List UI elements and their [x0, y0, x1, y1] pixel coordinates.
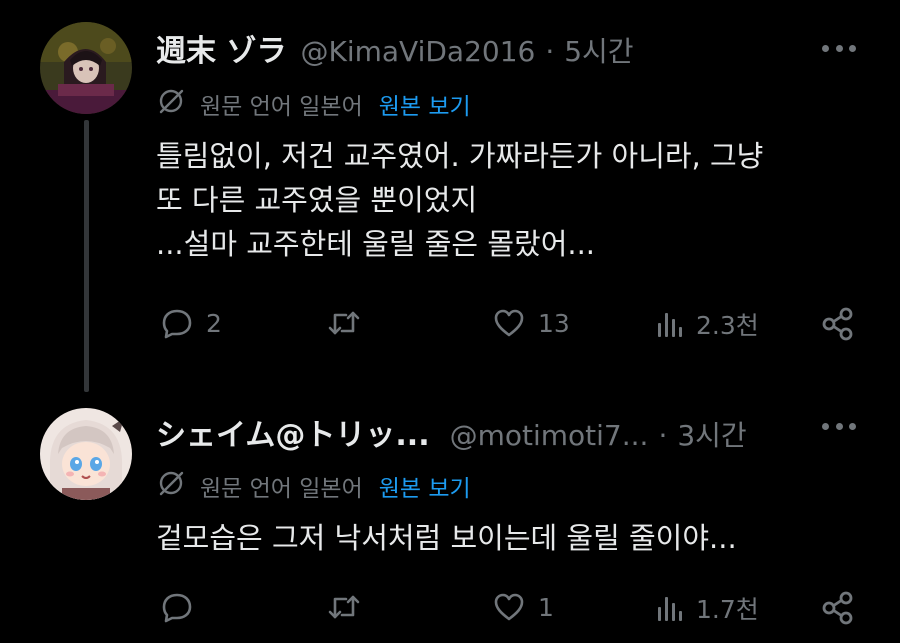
show-original-link[interactable]: 원본 보기 [379, 469, 471, 503]
avatar[interactable] [40, 22, 132, 114]
like-count: 1 [538, 592, 554, 622]
timestamp[interactable]: 3시간 [677, 414, 746, 454]
view-count: 2.3천 [696, 311, 759, 340]
translation-notice: 원문 언어 일본어 원본 보기 [156, 468, 471, 504]
share-button[interactable] [820, 590, 856, 626]
like-count: 13 [538, 308, 570, 338]
translate-icon [156, 86, 186, 122]
share-icon [820, 306, 856, 342]
retweet-icon [326, 306, 362, 340]
translate-icon [156, 468, 186, 504]
tweet-header: 週末 ゾラ @KimaViDa2016 · 5시간 [156, 26, 634, 70]
tweet-text: 겉모습은 그저 낙서처럼 보이는데 울릴 줄이야... [156, 521, 737, 555]
reply-button[interactable]: 2 [160, 306, 222, 340]
show-original-link[interactable]: 원본 보기 [379, 87, 471, 121]
like-button[interactable]: 1 [492, 590, 554, 624]
user-handle[interactable]: @motimoti7... [450, 419, 649, 452]
like-button[interactable]: 13 [492, 306, 570, 340]
retweet-button[interactable] [326, 306, 374, 340]
more-icon[interactable] [822, 44, 856, 54]
views-icon [656, 591, 684, 625]
display-name[interactable]: 週末 ゾラ [156, 26, 286, 70]
tweet[interactable]: 週末 ゾラ @KimaViDa2016 · 5시간 원문 언어 일본어 원본 보… [0, 0, 900, 400]
translation-label: 원문 언어 일본어 [200, 476, 363, 502]
thread-line [84, 120, 89, 392]
tweet[interactable]: シェイム@トリッ... @motimoti7... · 3시간 원문 언어 일본… [0, 400, 900, 643]
separator: · [545, 35, 555, 68]
tweet-header: シェイム@トリッ... @motimoti7... · 3시간 [156, 410, 747, 454]
retweet-button[interactable] [326, 590, 374, 624]
separator: · [658, 419, 668, 452]
reply-icon [160, 590, 194, 624]
reply-icon [160, 306, 194, 340]
avatar[interactable] [40, 408, 132, 500]
like-icon [492, 590, 526, 624]
views-button[interactable]: 1.7천 [656, 590, 759, 626]
reply-button[interactable] [160, 590, 206, 624]
view-count: 1.7천 [696, 595, 759, 624]
display-name[interactable]: シェイム@トリッ... [156, 410, 430, 454]
translation-notice: 원문 언어 일본어 원본 보기 [156, 86, 471, 122]
timestamp[interactable]: 5시간 [564, 30, 633, 70]
action-bar: 1 1.7천 [0, 590, 900, 630]
reply-count: 2 [206, 308, 222, 338]
share-icon [820, 590, 856, 626]
views-button[interactable]: 2.3천 [656, 306, 759, 342]
share-button[interactable] [820, 306, 856, 342]
views-icon [656, 307, 684, 341]
action-bar: 2 13 2.3천 [0, 306, 900, 346]
like-icon [492, 306, 526, 340]
user-handle[interactable]: @KimaViDa2016 [300, 35, 535, 68]
more-icon[interactable] [822, 422, 856, 432]
tweet-text: 틀림없이, 저건 교주였어. 가짜라든가 아니라, 그냥 또 다른 교주였을 뿐… [156, 139, 764, 261]
retweet-icon [326, 590, 362, 624]
translation-label: 원문 언어 일본어 [200, 94, 363, 120]
